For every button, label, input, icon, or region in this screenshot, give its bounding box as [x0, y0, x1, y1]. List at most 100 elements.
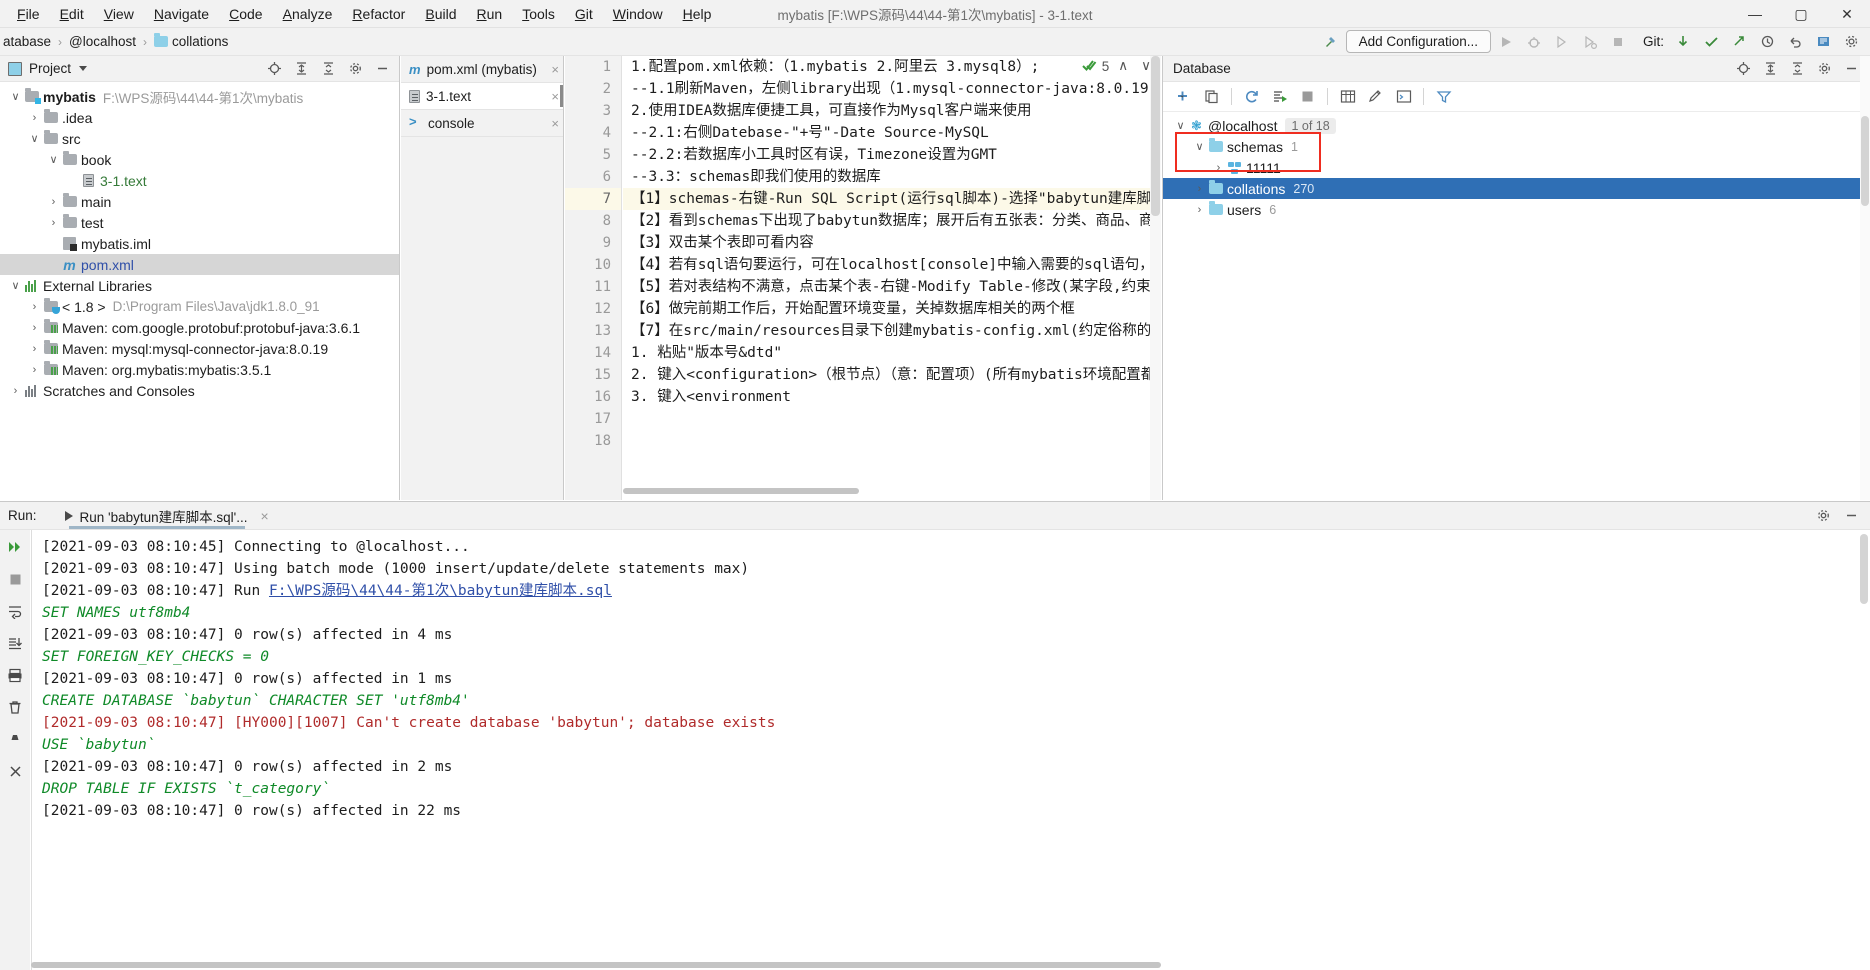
breadcrumb-item-atabase[interactable]: atabase [0, 33, 54, 50]
chevron-down-icon[interactable]: ∨ [1173, 119, 1188, 132]
tree-node-3-1-text[interactable]: 3-1.text [0, 170, 399, 191]
code-line[interactable]: 【5】若对表结构不满意，点击某个表-右键-Modify Table-修改(某字段… [623, 276, 1161, 298]
code-line[interactable] [623, 408, 1161, 430]
debug-icon[interactable] [1521, 30, 1547, 54]
database-scroll-thumb[interactable] [1861, 116, 1869, 206]
chevron-down-icon[interactable]: ∨ [8, 279, 23, 292]
rollback-icon[interactable] [1782, 30, 1808, 54]
filter-icon[interactable] [1431, 85, 1456, 109]
build-hammer-icon[interactable] [1318, 30, 1344, 54]
editor-tab-pom-xml[interactable]: m pom.xml (mybatis) × [401, 56, 563, 83]
collapse-all-icon[interactable] [1784, 57, 1810, 81]
gear-icon[interactable] [342, 57, 368, 81]
print-icon[interactable] [3, 664, 27, 686]
db-node-schemas[interactable]: ∨ schemas 1 [1163, 136, 1870, 157]
code-line[interactable]: 【6】做完前期工作后，开始配置环境变量，关掉数据库相关的两个框 [623, 298, 1161, 320]
pin-icon[interactable] [3, 728, 27, 750]
code-line[interactable]: 【2】看到schemas下出现了babytun数据库；展开后有五张表：分类、商品… [623, 210, 1161, 232]
hide-panel-icon[interactable] [369, 57, 395, 81]
edit-icon[interactable] [1363, 85, 1388, 109]
line-number[interactable]: 4 [565, 122, 621, 144]
next-problem-icon[interactable]: ∨ [1137, 58, 1155, 74]
run-tab-close-icon[interactable]: × [261, 508, 269, 524]
run-console-output[interactable]: [2021-09-03 08:10:45] Connecting to @loc… [31, 530, 1870, 970]
menu-edit[interactable]: Edit [51, 3, 93, 25]
menu-code[interactable]: Code [220, 3, 271, 25]
line-number[interactable]: 16 [565, 386, 621, 408]
menu-view[interactable]: View [95, 3, 143, 25]
tree-node-maven-mybatis[interactable]: › Maven: org.mybatis:mybatis:3.5.1 [0, 359, 399, 380]
tree-node-main[interactable]: › main [0, 191, 399, 212]
line-number[interactable]: 9 [565, 232, 621, 254]
tree-node-external-libraries[interactable]: ∨ External Libraries [0, 275, 399, 296]
line-number[interactable]: 11 [565, 276, 621, 298]
chevron-down-icon[interactable]: ∨ [1192, 140, 1207, 153]
tree-node-src[interactable]: ∨ src [0, 128, 399, 149]
commit-icon[interactable] [1698, 30, 1724, 54]
hide-panel-icon[interactable] [1838, 504, 1864, 528]
code-line[interactable]: 3. 键入<environment [623, 386, 1161, 408]
tree-node-book[interactable]: ∨ book [0, 149, 399, 170]
code-line[interactable]: 【1】schemas-右键-Run SQL Script(运行sql脚本)-选择… [623, 188, 1161, 210]
editor[interactable]: 1 2 3 4 5 6 7 8 9 10 11 12 13 14 15 16 17 18 1.配置pom.xml依… [565, 56, 1161, 500]
history-icon[interactable] [1754, 30, 1780, 54]
profile-icon[interactable] [1577, 30, 1603, 54]
run-vertical-scroll-thumb[interactable] [1860, 534, 1868, 604]
chevron-down-icon[interactable]: ∨ [46, 153, 61, 166]
tree-node-test[interactable]: › test [0, 212, 399, 233]
close-icon[interactable]: × [545, 116, 559, 131]
collapse-all-icon[interactable] [315, 57, 341, 81]
tree-node-jdk-1-8[interactable]: › < 1.8 > D:\Program Files\Java\jdk1.8.0_9… [0, 296, 399, 317]
close-button[interactable]: ✕ [1824, 0, 1870, 28]
line-number[interactable]: 6 [565, 166, 621, 188]
scroll-to-end-icon[interactable] [3, 632, 27, 654]
run-horizontal-scrollbar[interactable] [31, 962, 1161, 968]
db-node-users[interactable]: › users 6 [1163, 199, 1870, 220]
code-line[interactable] [623, 430, 1161, 452]
run-tab[interactable]: Run 'babytun建库脚本.sql'... × [55, 502, 275, 529]
gear-icon[interactable] [1811, 57, 1837, 81]
table-icon[interactable] [1335, 85, 1360, 109]
line-number[interactable]: 10 [565, 254, 621, 276]
wrap-text-icon[interactable] [3, 600, 27, 622]
settings-icon[interactable] [1838, 30, 1864, 54]
tree-node-maven-mysql[interactable]: › Maven: mysql:mysql-connector-java:8.0.1… [0, 338, 399, 359]
breadcrumb-item-collations[interactable]: collations [151, 33, 231, 50]
tree-node-mybatis[interactable]: ∨ mybatis F:\WPS源码\44\44-第1次\mybatis [0, 86, 399, 107]
chevron-right-icon[interactable]: › [27, 322, 42, 334]
chevron-down-icon[interactable]: ∨ [27, 132, 42, 145]
editor-horizontal-scrollbar[interactable] [623, 488, 859, 494]
console-icon[interactable] [1391, 85, 1416, 109]
breadcrumb-item-localhost[interactable]: @localhost [66, 33, 139, 50]
menu-run[interactable]: Run [467, 3, 511, 25]
menu-navigate[interactable]: Navigate [145, 3, 218, 25]
line-number[interactable]: 5 [565, 144, 621, 166]
code-line[interactable]: 1.配置pom.xml依赖：（1.mybatis 2.阿里云 3.mysql8）… [623, 56, 1161, 78]
line-number[interactable]: 13 [565, 320, 621, 342]
db-node-collations[interactable]: › collations 270 [1163, 178, 1870, 199]
editor-tab-3-1-text[interactable]: 3-1.text × [401, 83, 563, 110]
close-icon[interactable]: × [545, 89, 559, 104]
code-line[interactable]: 2. 键入<configuration>（根节点）（意：配置项）(所有mybat… [623, 364, 1161, 386]
chevron-right-icon[interactable]: › [1192, 204, 1207, 216]
add-icon[interactable] [1171, 85, 1196, 109]
chevron-down-icon[interactable]: ∨ [8, 90, 23, 103]
code-line[interactable]: --2.2:若数据库小工具时区有误，Timezone设置为GMT [623, 144, 1161, 166]
code-line[interactable]: --3.3：schemas即我们使用的数据库 [623, 166, 1161, 188]
push-icon[interactable] [1726, 30, 1752, 54]
close-icon[interactable] [3, 760, 27, 782]
line-number[interactable]: 7 [565, 188, 621, 210]
clear-all-icon[interactable] [3, 696, 27, 718]
line-number[interactable]: 1 [565, 56, 621, 78]
chevron-right-icon[interactable]: › [27, 112, 42, 124]
chevron-right-icon[interactable]: › [27, 364, 42, 376]
chevron-right-icon[interactable]: › [1192, 183, 1207, 195]
chevron-right-icon[interactable]: › [8, 385, 23, 397]
code-line[interactable]: --1.1刷新Maven，左侧library出现（1.mysql-connect… [623, 78, 1161, 100]
chevron-right-icon[interactable]: › [27, 343, 42, 355]
line-number[interactable]: 12 [565, 298, 621, 320]
coverage-icon[interactable] [1549, 30, 1575, 54]
maximize-button[interactable]: ▢ [1778, 0, 1824, 28]
close-icon[interactable]: × [545, 62, 559, 77]
locate-icon[interactable] [1730, 57, 1756, 81]
